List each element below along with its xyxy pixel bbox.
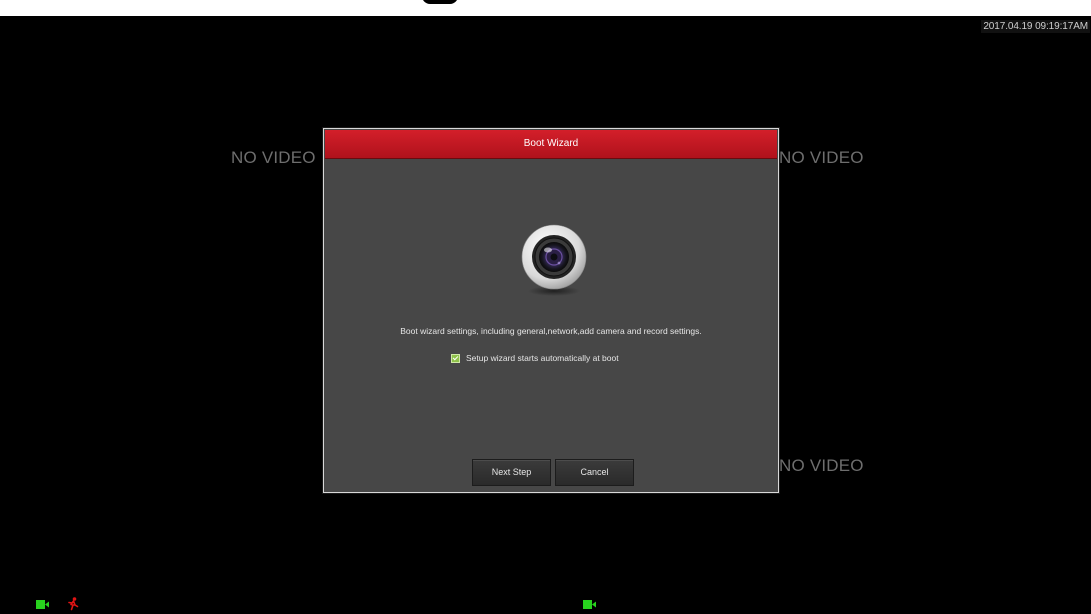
cancel-button[interactable]: Cancel: [555, 459, 634, 486]
dialog-title: Boot Wizard: [325, 130, 777, 159]
auto-start-row[interactable]: Setup wizard starts automatically at boo…: [451, 353, 619, 363]
motion-alarm-icon: [68, 597, 79, 611]
no-video-label-ch1: NO VIDEO: [231, 148, 316, 167]
auto-start-label[interactable]: Setup wizard starts automatically at boo…: [466, 353, 619, 363]
no-video-label-ch4: NO VIDEO: [779, 456, 864, 475]
top-strip-glyph: [422, 0, 458, 4]
top-browser-strip: [0, 0, 1091, 16]
next-step-button[interactable]: Next Step: [472, 459, 551, 486]
boot-wizard-dialog: Boot Wizard Boot wizard settings, includ…: [323, 128, 779, 493]
timestamp-overlay: 2017.04.19 09:19:17AM: [981, 20, 1090, 33]
camera-lens-icon: [521, 224, 587, 296]
dialog-description: Boot wizard settings, including general,…: [400, 326, 702, 336]
auto-start-checkbox[interactable]: [451, 353, 460, 363]
record-camera-icon: [36, 600, 49, 609]
record-camera-icon: [583, 600, 596, 609]
no-video-label-ch2: NO VIDEO: [779, 148, 864, 167]
